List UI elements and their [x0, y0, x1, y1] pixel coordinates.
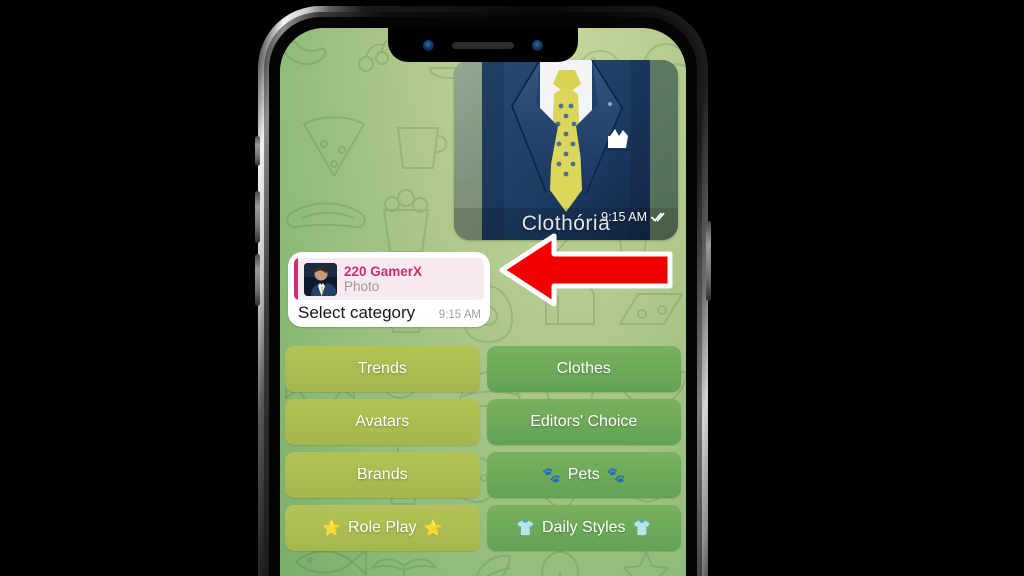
keyboard-button-label: Daily Styles [541, 519, 626, 536]
keyboard-button-emoji-left: 🐾 [542, 466, 561, 484]
phone-notch [388, 28, 578, 62]
keyboard-button-label: Editors' Choice [530, 413, 638, 430]
volume-down-button[interactable] [255, 254, 260, 306]
earpiece-speaker-icon [452, 41, 514, 49]
photo-message-bubble[interactable]: Clothória 9:15 AM [454, 60, 678, 240]
keyboard-button-emoji-right: 👕 [632, 519, 652, 537]
keyboard-button-emoji-left: ⭐ [322, 519, 341, 537]
red-left-arrow-annotation [499, 233, 673, 307]
reply-sender-name: 220 GamerX [344, 263, 423, 279]
keyboard-button-emoji-left: 👕 [516, 519, 535, 537]
read-receipt-double-check-icon [651, 212, 665, 222]
reply-keyboard: Trends Clothes Avatars Editors' Choice B… [285, 346, 681, 551]
front-camera-left-icon [423, 39, 434, 51]
reply-quote-block[interactable]: 220 GamerX Photo [294, 258, 484, 300]
keyboard-button-label: Clothes [556, 360, 611, 377]
keyboard-button-trends[interactable]: Trends [285, 346, 480, 392]
front-camera-right-icon [532, 39, 543, 51]
photo-message-time: 9:15 AM [601, 210, 647, 224]
keyboard-button-editors-choice[interactable]: Editors' Choice [486, 399, 681, 445]
bot-message-row: Select category 9:15 AM [294, 300, 484, 323]
reply-thumbnail [304, 262, 337, 296]
keyboard-button-pets[interactable]: 🐾 Pets 🐾 [486, 452, 681, 498]
keyboard-button-label: Avatars [355, 413, 410, 430]
keyboard-button-clothes[interactable]: Clothes [486, 346, 681, 392]
reply-thumbnail-image [304, 262, 337, 296]
bot-message-bubble[interactable]: 220 GamerX Photo Select category 9:15 AM [288, 252, 490, 327]
bot-message-text: Select category [298, 303, 416, 322]
bot-message-time: 9:15 AM [438, 309, 481, 321]
reply-accent-bar [294, 258, 298, 300]
volume-up-button[interactable] [255, 191, 260, 243]
keyboard-button-emoji-right: 🐾 [606, 466, 626, 484]
screenshot-stage: Clothória 9:15 AM 220 GamerX Photo Selec… [0, 0, 1024, 576]
photo-message-meta: 9:15 AM [601, 210, 668, 224]
keyboard-button-daily-styles[interactable]: 👕 Daily Styles 👕 [486, 505, 681, 551]
keyboard-button-label: Pets [567, 466, 600, 483]
keyboard-button-emoji-right: ⭐ [423, 519, 443, 537]
keyboard-button-brands[interactable]: Brands [285, 452, 480, 498]
keyboard-button-label: Trends [357, 360, 407, 377]
keyboard-button-role-play[interactable]: ⭐ Role Play ⭐ [285, 505, 480, 551]
keyboard-button-avatars[interactable]: Avatars [285, 399, 480, 445]
silent-switch[interactable] [255, 136, 260, 166]
reply-text-block: 220 GamerX Photo [344, 264, 422, 294]
reply-subtitle: Photo [344, 279, 380, 294]
power-button[interactable] [706, 221, 711, 301]
keyboard-button-label: Brands [356, 466, 408, 483]
keyboard-button-label: Role Play [348, 519, 417, 536]
